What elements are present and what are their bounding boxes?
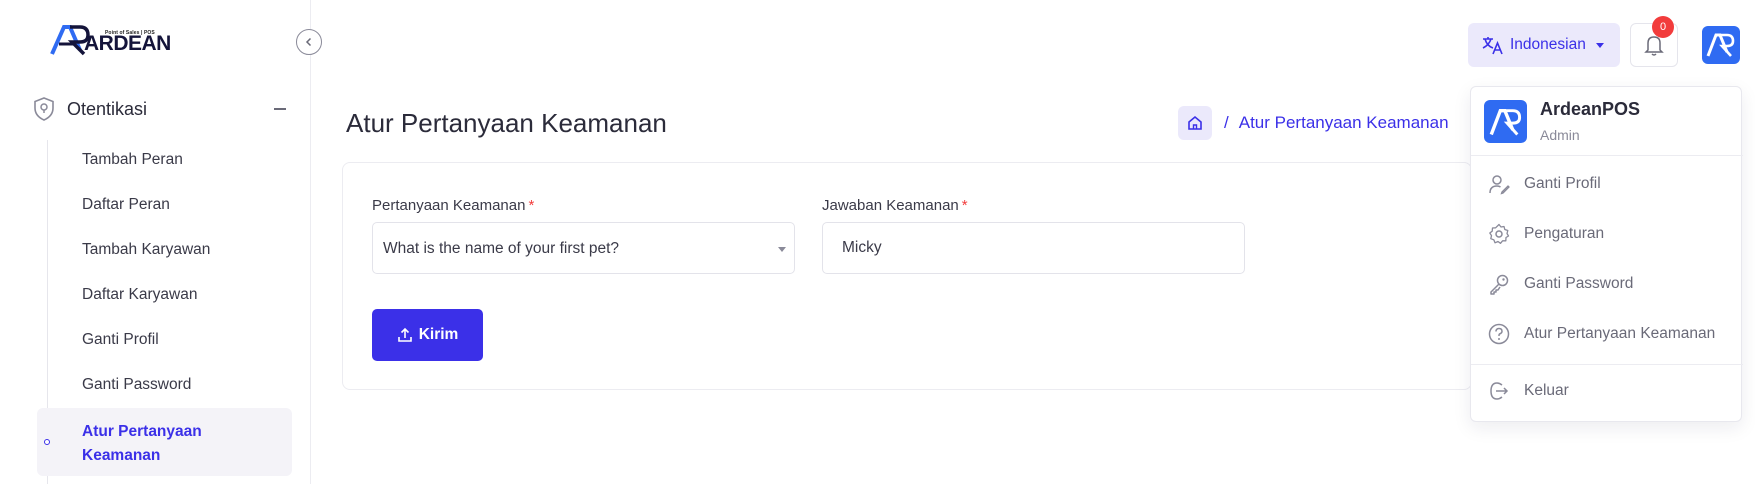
menu-divider	[1471, 364, 1743, 365]
sidebar-item-daftar-peran[interactable]: Daftar Peran	[82, 196, 170, 214]
sidebar-item-ganti-password[interactable]: Ganti Password	[82, 376, 191, 394]
required-mark: *	[528, 197, 535, 214]
user-menu-avatar	[1484, 100, 1527, 143]
sidebar: Point of Sales | POS ARDEAN Otentikasi T…	[0, 0, 322, 484]
chevron-left-icon	[305, 37, 312, 47]
avatar-logo-icon	[1706, 33, 1735, 57]
user-menu-dropdown: ArdeanPOS Admin Ganti Profil Pengaturan	[1470, 86, 1743, 422]
user-menu-name: ArdeanPOS	[1540, 99, 1641, 119]
key-icon	[1488, 273, 1510, 295]
user-avatar-button[interactable]	[1702, 26, 1740, 64]
menu-item-ganti-password[interactable]: Ganti Password	[1471, 264, 1743, 304]
language-label: Indonesian	[1510, 36, 1586, 53]
language-selector[interactable]: Indonesian	[1468, 23, 1620, 67]
user-menu-role: Admin	[1540, 127, 1580, 143]
breadcrumb-current[interactable]: Atur Pertanyaan Keamanan	[1239, 113, 1449, 133]
security-question-select[interactable]: What is the name of your first pet?	[372, 222, 795, 274]
submit-button[interactable]: Kirim	[372, 309, 483, 361]
sidebar-item-ganti-profil[interactable]: Ganti Profil	[82, 331, 159, 349]
sidebar-item-daftar-karyawan[interactable]: Daftar Karyawan	[82, 286, 197, 304]
menu-item-atur-pertanyaan-keamanan[interactable]: Atur Pertanyaan Keamanan	[1471, 314, 1743, 354]
menu-item-ganti-profil[interactable]: Ganti Profil	[1471, 164, 1743, 204]
collapse-group-icon	[274, 108, 286, 110]
logo-text: ARDEAN	[84, 32, 171, 55]
menu-item-label: Ganti Password	[1524, 275, 1634, 292]
menu-item-label: Keluar	[1524, 382, 1569, 399]
menu-item-keluar[interactable]: Keluar	[1471, 371, 1743, 411]
question-circle-icon	[1488, 323, 1510, 345]
submit-label: Kirim	[418, 326, 459, 343]
shield-icon	[34, 97, 54, 121]
question-label: Pertanyaan Keamanan *	[372, 197, 534, 214]
caret-down-icon	[778, 247, 786, 252]
logout-icon	[1488, 380, 1510, 402]
sidebar-group-otentikasi[interactable]: Otentikasi	[30, 92, 292, 126]
required-mark: *	[961, 197, 968, 214]
breadcrumb-home-button[interactable]	[1178, 106, 1212, 140]
sidebar-item-label: Atur Pertanyaan Keamanan	[82, 423, 202, 464]
sidebar-item-tambah-karyawan[interactable]: Tambah Karyawan	[82, 241, 210, 259]
translate-icon	[1482, 35, 1504, 55]
user-edit-icon	[1488, 173, 1510, 195]
breadcrumb-separator: /	[1224, 113, 1229, 132]
menu-item-pengaturan[interactable]: Pengaturan	[1471, 214, 1743, 254]
collapse-sidebar-button[interactable]	[296, 29, 322, 55]
caret-down-icon	[1595, 42, 1604, 48]
upload-icon	[397, 327, 412, 342]
notification-badge: 0	[1652, 16, 1674, 38]
sidebar-item-atur-pertanyaan-keamanan[interactable]: Atur Pertanyaan Keamanan	[37, 408, 292, 476]
answer-label: Jawaban Keamanan *	[822, 197, 968, 214]
answer-label-text: Jawaban Keamanan	[822, 197, 959, 214]
menu-item-label: Pengaturan	[1524, 225, 1605, 242]
menu-item-label: Atur Pertanyaan Keamanan	[1524, 325, 1716, 342]
sidebar-group-label: Otentikasi	[67, 98, 148, 119]
page-title: Atur Pertanyaan Keamanan	[346, 108, 667, 138]
home-icon	[1188, 115, 1202, 130]
menu-divider	[1471, 155, 1743, 156]
breadcrumb: / Atur Pertanyaan Keamanan	[1178, 106, 1449, 140]
security-answer-input[interactable]	[822, 222, 1245, 274]
security-question-value: What is the name of your first pet?	[383, 240, 620, 257]
question-label-text: Pertanyaan Keamanan	[372, 197, 526, 214]
sidebar-item-tambah-peran[interactable]: Tambah Peran	[82, 151, 183, 169]
menu-item-label: Ganti Profil	[1524, 175, 1601, 192]
active-dot-icon	[44, 439, 50, 445]
gear-icon	[1488, 223, 1510, 245]
avatar-logo-icon	[1489, 108, 1521, 135]
